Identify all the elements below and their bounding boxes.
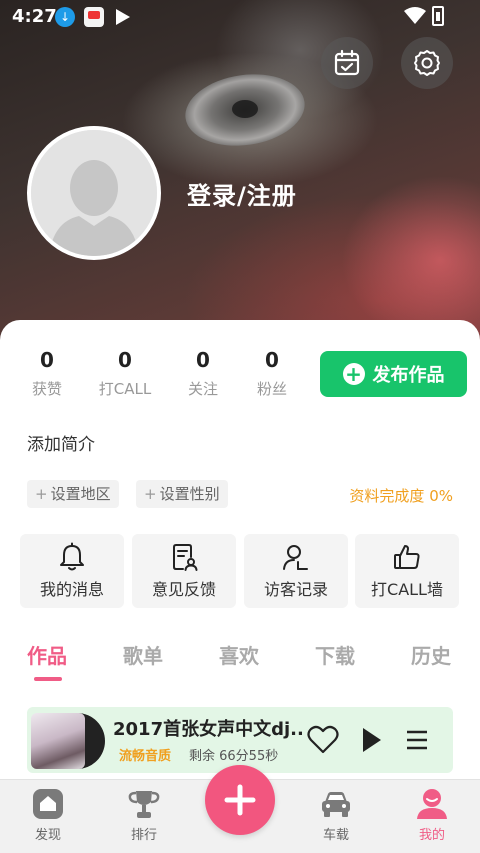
album-cover-image (31, 713, 85, 769)
stat-fans-label: 粉丝 (256, 380, 287, 398)
wifi-icon (404, 7, 426, 24)
playlist-menu-icon[interactable] (405, 725, 429, 755)
nav-ranking-label: 排行 (130, 828, 157, 843)
home-icon (33, 789, 63, 819)
create-button[interactable] (205, 765, 275, 835)
stat-call-label: 打CALL (98, 380, 152, 398)
stat-fans-value: 0 (265, 348, 279, 372)
nav-mine[interactable]: 我的 (397, 788, 467, 843)
mini-player[interactable]: 2017首张女声中文dj.. 流畅音质 剩余 66分55秒 (27, 707, 453, 773)
set-gender-label: 设置性别 (159, 485, 220, 503)
stat-call[interactable]: 0 打CALL (95, 348, 155, 399)
default-avatar-icon (31, 130, 157, 256)
turntable-center (232, 100, 258, 118)
nav-car-label: 车载 (322, 828, 349, 843)
album-art (31, 711, 105, 769)
audio-quality-badge[interactable]: 流畅音质 (119, 745, 171, 764)
heart-icon[interactable] (307, 725, 339, 755)
profile-card: 0 获赞 0 打CALL 0 关注 0 粉丝 + 发布作品 添加简介 + 设置地区… (0, 320, 480, 780)
tab-history[interactable]: 历史 (411, 640, 451, 669)
stat-likes-label: 获赞 (31, 380, 62, 398)
publish-work-label: 发布作品 (372, 365, 445, 386)
set-region-label: 设置地区 (50, 485, 111, 503)
call-wall-label: 打CALL墙 (371, 580, 443, 599)
feedback-icon (173, 544, 198, 571)
visitor-records-button[interactable]: 访客记录 (244, 534, 348, 608)
bell-icon (60, 542, 84, 571)
stat-following-value: 0 (196, 348, 210, 372)
my-messages-button[interactable]: 我的消息 (20, 534, 124, 608)
settings-button[interactable] (401, 37, 453, 89)
call-wall-button[interactable]: 打CALL墙 (355, 534, 459, 608)
avatar[interactable] (27, 126, 161, 260)
stat-likes-value: 0 (40, 348, 54, 372)
user-icon (417, 789, 447, 819)
gear-icon (414, 50, 440, 76)
download-notification-icon: ↓ (55, 7, 75, 27)
set-gender-tag[interactable]: + 设置性别 (136, 480, 228, 508)
battery-icon (432, 6, 444, 26)
nav-car[interactable]: 车载 (301, 788, 371, 843)
nav-discover[interactable]: 发现 (13, 788, 83, 843)
nav-mine-label: 我的 (418, 828, 445, 843)
trophy-icon (128, 791, 160, 818)
stat-following-label: 关注 (187, 380, 218, 398)
nav-discover-label: 发现 (34, 828, 61, 843)
stat-call-value: 0 (118, 348, 132, 372)
play-notification-icon (116, 9, 130, 25)
app-notification-icon (84, 7, 104, 27)
tab-likes[interactable]: 喜欢 (219, 640, 259, 669)
tab-works[interactable]: 作品 (27, 640, 67, 669)
song-title: 2017首张女声中文dj.. (113, 719, 303, 740)
stat-likes[interactable]: 0 获赞 (17, 348, 77, 399)
publish-work-button[interactable]: + 发布作品 (320, 351, 467, 397)
tab-playlists[interactable]: 歌单 (123, 640, 163, 669)
add-intro-link[interactable]: 添加简介 (27, 430, 95, 455)
play-icon[interactable] (361, 725, 383, 755)
tab-downloads[interactable]: 下载 (315, 640, 355, 669)
visitor-icon (283, 545, 308, 570)
feedback-button[interactable]: 意见反馈 (132, 534, 236, 608)
plus-circle-icon: + (342, 363, 365, 385)
plus-icon: + (35, 485, 48, 503)
plus-icon (224, 784, 256, 816)
visitor-records-label: 访客记录 (263, 580, 328, 599)
nav-ranking[interactable]: 排行 (109, 788, 179, 843)
car-icon (322, 792, 350, 817)
remaining-time: 剩余 66分55秒 (189, 749, 279, 764)
thumbs-up-icon (394, 545, 420, 569)
calendar-button[interactable] (321, 37, 373, 89)
status-bar: 4:27 ↓ (0, 0, 480, 34)
set-region-tag[interactable]: + 设置地区 (27, 480, 119, 508)
stat-fans[interactable]: 0 粉丝 (242, 348, 302, 399)
active-tab-indicator (34, 677, 62, 681)
calendar-check-icon (334, 49, 360, 76)
status-time: 4:27 (12, 6, 57, 27)
profile-completion-text: 资料完成度 0% (349, 487, 453, 505)
feedback-label: 意见反馈 (151, 580, 216, 599)
my-messages-label: 我的消息 (39, 580, 104, 599)
login-register-link[interactable]: 登录/注册 (187, 176, 297, 211)
plus-icon: + (144, 485, 157, 503)
stat-following[interactable]: 0 关注 (173, 348, 233, 399)
